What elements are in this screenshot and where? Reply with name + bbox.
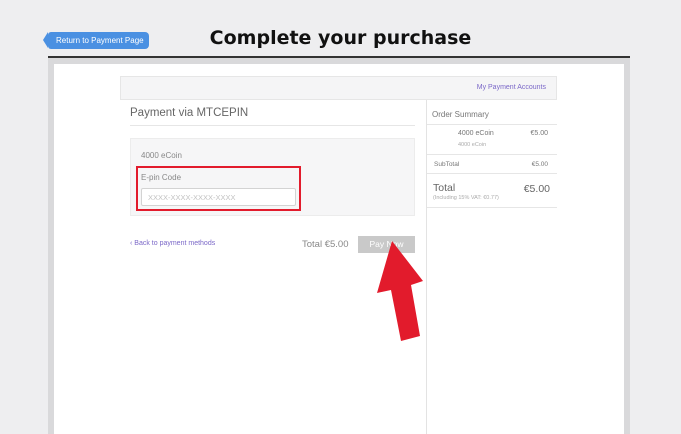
subtotal-value: €5.00 bbox=[531, 161, 548, 168]
payment-title-divider bbox=[130, 125, 415, 126]
account-bar: My Payment Accounts bbox=[120, 76, 557, 100]
summary-total-label: Total bbox=[433, 182, 456, 194]
my-payment-accounts-link[interactable]: My Payment Accounts bbox=[477, 84, 546, 91]
epin-highlight-box bbox=[136, 166, 301, 211]
payment-total-label: Total bbox=[302, 239, 323, 250]
summary-divider bbox=[427, 124, 557, 125]
summary-total-value: €5.00 bbox=[523, 183, 550, 195]
red-arrow-annotation bbox=[377, 241, 423, 341]
order-summary-title: Order Summary bbox=[432, 110, 489, 119]
back-to-payment-methods-link[interactable]: ‹ Back to payment methods bbox=[130, 240, 215, 247]
summary-item-subtitle: 4000 eCoin bbox=[458, 142, 487, 148]
page-title: Complete your purchase bbox=[209, 27, 472, 49]
vat-note: (Including 15% VAT: €0.77) bbox=[433, 195, 499, 201]
subtotal-label: SubTotal bbox=[434, 161, 460, 168]
summary-divider bbox=[427, 207, 557, 208]
order-summary-panel: Order Summary 4000 eCoin 4000 eCoin €5.0… bbox=[427, 100, 557, 434]
summary-item-price: €5.00 bbox=[530, 130, 548, 137]
summary-divider bbox=[427, 173, 557, 174]
product-name: 4000 eCoin bbox=[141, 151, 182, 160]
payment-total-value: €5.00 bbox=[324, 239, 349, 250]
summary-item-name: 4000 eCoin bbox=[458, 130, 494, 137]
payment-total: Total €5.00 bbox=[302, 239, 349, 250]
payment-method-title: Payment via MTCEPIN bbox=[130, 107, 249, 119]
summary-divider bbox=[427, 154, 557, 155]
